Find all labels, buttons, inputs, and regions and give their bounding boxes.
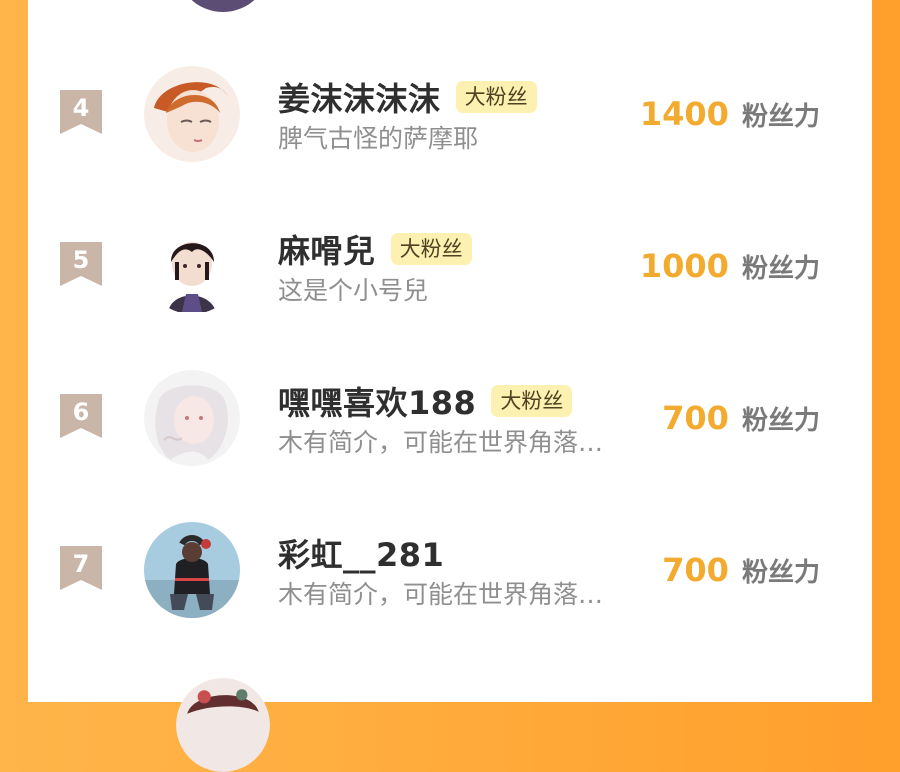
- user-name-line: 嘿嘿喜欢188 大粉丝: [278, 378, 573, 424]
- user-avatar[interactable]: [144, 370, 240, 466]
- fan-power-value: 700: [662, 399, 729, 437]
- rank-badge-icon: 5: [60, 242, 102, 286]
- fan-level-badge: 大粉丝: [390, 233, 472, 265]
- user-name[interactable]: 姜沫沫沫沫: [278, 74, 441, 120]
- user-name-line: 彩虹__281: [278, 530, 444, 576]
- user-bio: 这是个小号兒: [278, 276, 429, 305]
- user-name[interactable]: 麻嗗兒: [278, 226, 376, 272]
- leaderboard-row-6[interactable]: 6 嘿嘿喜欢188 大粉丝 木有简介，可能在世界角落… 700 粉丝力: [28, 344, 872, 494]
- rank-badge-icon: 6: [60, 394, 102, 438]
- fan-power-unit: 粉丝力: [741, 101, 820, 132]
- fan-power-value: 700: [662, 551, 729, 589]
- partial-avatar-bottom[interactable]: [176, 678, 270, 772]
- fan-power-unit: 粉丝力: [741, 557, 820, 588]
- leaderboard-row-4[interactable]: 4 姜沫沫沫沫 大粉丝 脾气古怪的萨摩耶 1400 粉丝力: [28, 40, 872, 190]
- fan-power-unit: 粉丝力: [741, 253, 820, 284]
- user-name[interactable]: 嘿嘿喜欢188: [278, 378, 476, 424]
- leaderboard-row-5[interactable]: 5 麻嗗兒 大粉丝 这是个小号兒 1000 粉丝力: [28, 192, 872, 342]
- fan-power-unit: 粉丝力: [741, 405, 820, 436]
- leaderboard-row-7[interactable]: 7 彩虹__281 木有简介，可能在世界角落… 700 粉丝力: [28, 496, 872, 646]
- fan-power-score: 1400 粉丝力: [640, 95, 820, 133]
- rank-number: 4: [72, 94, 90, 122]
- rank-badge-icon: 7: [60, 546, 102, 590]
- fan-power-value: 1000: [639, 247, 729, 285]
- partial-avatar-top[interactable]: [176, 0, 270, 12]
- user-name-line: 麻嗗兒 大粉丝: [278, 226, 472, 272]
- user-avatar[interactable]: [144, 218, 240, 314]
- rank-number: 7: [72, 550, 90, 578]
- fan-power-value: 1400: [639, 95, 729, 133]
- fan-power-score: 700 粉丝力: [662, 551, 820, 589]
- rank-badge-icon: 4: [60, 90, 102, 134]
- user-avatar[interactable]: [144, 66, 240, 162]
- user-name-line: 姜沫沫沫沫 大粉丝: [278, 74, 537, 120]
- user-avatar[interactable]: [144, 522, 240, 618]
- user-bio: 木有简介，可能在世界角落…: [278, 428, 604, 457]
- rank-number: 6: [72, 398, 90, 426]
- leaderboard-panel: 4 姜沫沫沫沫 大粉丝 脾气古怪的萨摩耶 1400 粉丝力 5 麻嗗兒 大粉丝 …: [28, 0, 872, 772]
- fan-level-badge: 大粉丝: [455, 81, 537, 113]
- fan-level-badge: 大粉丝: [491, 385, 573, 417]
- fan-power-score: 700 粉丝力: [662, 399, 820, 437]
- user-bio: 脾气古怪的萨摩耶: [278, 124, 479, 153]
- user-name[interactable]: 彩虹__281: [278, 530, 444, 576]
- user-bio: 木有简介，可能在世界角落…: [278, 580, 604, 609]
- fan-power-score: 1000 粉丝力: [640, 247, 820, 285]
- rank-number: 5: [72, 246, 90, 274]
